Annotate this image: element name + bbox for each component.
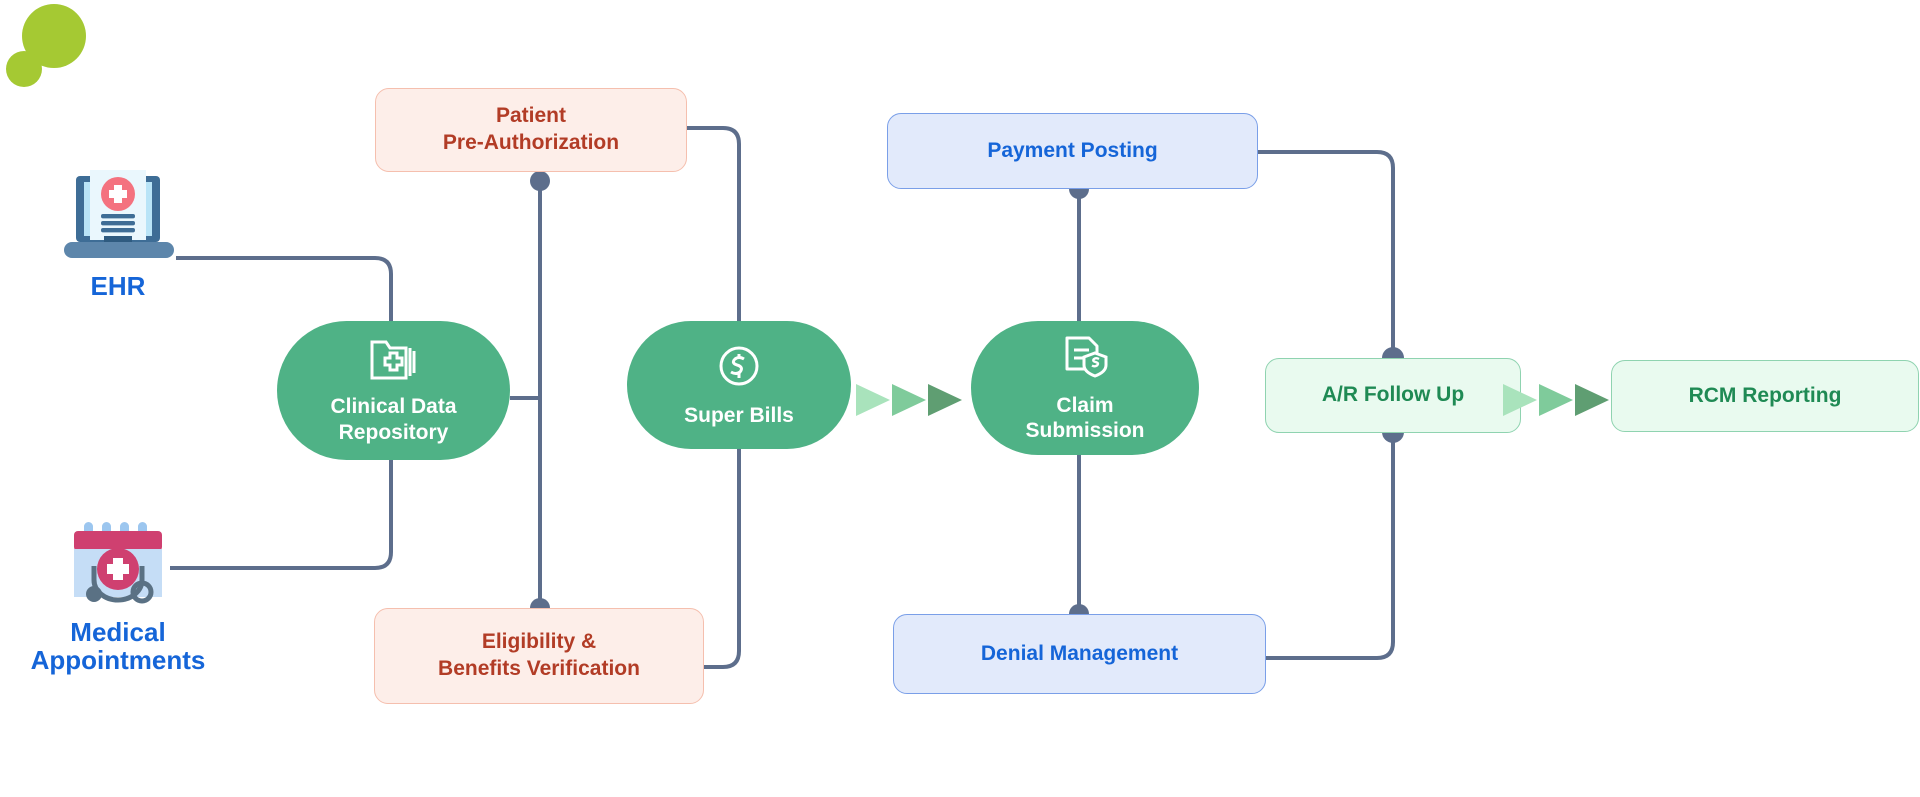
medical-folder-icon: [368, 336, 420, 388]
entity-label-ehr: EHR: [90, 271, 146, 301]
entity-medical-appointments[interactable]: Medical Appointments: [10, 522, 226, 674]
node-claim-submission[interactable]: Claim Submission: [971, 321, 1199, 455]
node-denial-management[interactable]: Denial Management: [893, 614, 1266, 694]
node-label-super-bills: Super Bills: [684, 403, 794, 427]
junction-dot-preauth: [530, 171, 550, 191]
dollar-circle-icon: [715, 342, 763, 396]
calendar-stethoscope-icon: [74, 522, 162, 604]
triple-arrow-icon: [1503, 384, 1609, 416]
entity-ehr[interactable]: EHR: [48, 168, 188, 300]
node-rcm-reporting[interactable]: RCM Reporting: [1611, 360, 1919, 432]
node-eligibility-benefits-verification[interactable]: Eligibility & Benefits Verification: [374, 608, 704, 704]
wire-payment-to-ar: [1258, 150, 1395, 358]
wire-eligibility-to-superbills: [704, 430, 741, 669]
arrows-superbills-to-claim: [856, 378, 968, 422]
entity-label-medical-appointments: Medical Appointments: [30, 617, 206, 676]
laptop-medical-record-icon: [64, 170, 174, 258]
node-clinical-data-repository[interactable]: Clinical Data Repository: [277, 321, 510, 460]
node-ar-follow-up[interactable]: A/R Follow Up: [1265, 358, 1521, 433]
node-super-bills[interactable]: Super Bills: [627, 321, 851, 449]
node-label-payment-posting: Payment Posting: [987, 138, 1158, 162]
claim-document-shield-icon: [1059, 333, 1111, 387]
node-label-clinical-data-repository: Clinical Data Repository: [330, 395, 457, 444]
node-label-claim-submission: Claim Submission: [1025, 393, 1145, 443]
diagram-canvas: EHR Medical Appointments Patient Pre-Aut…: [0, 0, 1920, 797]
node-label-ar-follow-up: A/R Follow Up: [1321, 383, 1465, 407]
node-patient-pre-authorization[interactable]: Patient Pre-Authorization: [375, 88, 687, 172]
wire-denial-to-ar: [1266, 432, 1395, 660]
arrows-ar-to-reporting: [1503, 378, 1615, 422]
node-label-eligibility-benefits-verification: Eligibility & Benefits Verification: [438, 630, 640, 680]
node-label-patient-pre-authorization: Patient Pre-Authorization: [442, 104, 620, 154]
triple-arrow-icon: [856, 384, 962, 416]
node-label-denial-management: Denial Management: [980, 641, 1179, 665]
node-payment-posting[interactable]: Payment Posting: [887, 113, 1258, 189]
node-label-rcm-reporting: RCM Reporting: [1688, 383, 1842, 407]
